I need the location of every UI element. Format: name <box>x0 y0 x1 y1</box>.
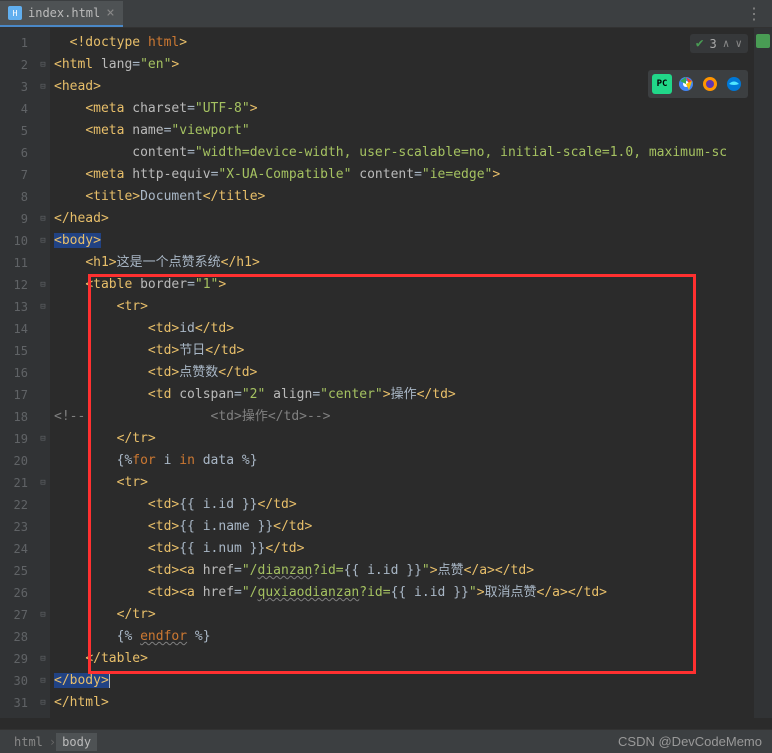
browser-preview-bar: PC <box>648 70 748 98</box>
tab-label: index.html <box>28 6 100 20</box>
breadcrumb-bar: html › body CSDN @DevCodeMemo <box>0 729 772 753</box>
inspection-count: 3 <box>710 37 717 51</box>
check-icon: ✔ <box>696 36 704 51</box>
fold-icon[interactable]: ⊟ <box>40 82 45 92</box>
fold-end-icon[interactable]: ⊟ <box>40 698 45 708</box>
chevron-up-icon[interactable]: ∧ <box>723 37 730 50</box>
code-editor[interactable]: 1234567891011121314151617181920212223242… <box>0 28 772 718</box>
tab-bar: H index.html × ⋮ <box>0 0 772 28</box>
breadcrumb-body[interactable]: body <box>56 733 97 751</box>
fold-icon[interactable]: ⊟ <box>40 280 45 290</box>
edge-icon[interactable] <box>724 74 744 94</box>
breadcrumb-html[interactable]: html <box>8 733 49 751</box>
line-number-gutter: 1234567891011121314151617181920212223242… <box>0 28 36 718</box>
chevron-down-icon[interactable]: ∨ <box>735 37 742 50</box>
fold-icon[interactable]: ⊟ <box>40 478 45 488</box>
code-content[interactable]: <!doctype html> <html lang="en"> <head> … <box>50 28 772 718</box>
pycharm-icon[interactable]: PC <box>652 74 672 94</box>
fold-end-icon[interactable]: ⊟ <box>40 214 45 224</box>
firefox-icon[interactable] <box>700 74 720 94</box>
fold-icon[interactable]: ⊟ <box>40 60 45 70</box>
close-icon[interactable]: × <box>106 5 114 21</box>
fold-end-icon[interactable]: ⊟ <box>40 610 45 620</box>
file-tab[interactable]: H index.html × <box>0 1 123 27</box>
html-file-icon: H <box>8 6 22 20</box>
watermark-text: CSDN @DevCodeMemo <box>618 734 762 749</box>
fold-end-icon[interactable]: ⊟ <box>40 654 45 664</box>
fold-gutter: ⊟ ⊟ ⊟ ⊟ ⊟ ⊟ ⊟ ⊟ ⊟ ⊟ ⊟ ⊟ <box>36 28 50 718</box>
fold-icon[interactable]: ⊟ <box>40 236 45 246</box>
fold-icon[interactable]: ⊟ <box>40 302 45 312</box>
svg-text:H: H <box>13 9 18 18</box>
fold-end-icon[interactable]: ⊟ <box>40 434 45 444</box>
inspection-widget[interactable]: ✔ 3 ∧ ∨ <box>690 34 748 53</box>
tab-menu-icon[interactable]: ⋮ <box>742 4 766 23</box>
chevron-right-icon: › <box>49 735 56 749</box>
chrome-icon[interactable] <box>676 74 696 94</box>
fold-end-icon[interactable]: ⊟ <box>40 676 45 686</box>
